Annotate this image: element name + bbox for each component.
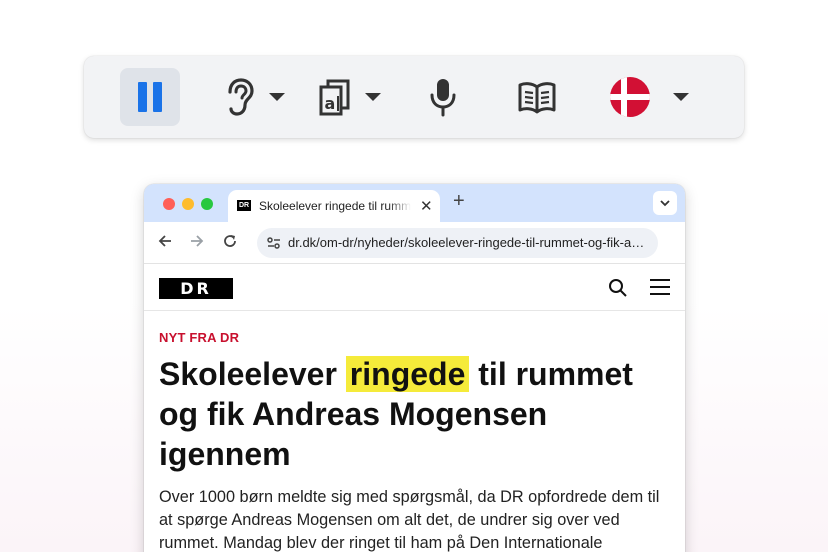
tab-title: Skoleelever ringede til rummet og fik An… [259,199,411,213]
search-icon [609,279,627,297]
open-book-icon [518,82,556,114]
text-reader-icon: a [319,79,350,116]
reload-icon [224,235,236,247]
microphone-icon [430,79,456,117]
zoom-window-button[interactable] [201,198,213,210]
search-button[interactable] [608,278,628,303]
reading-mode-button[interactable] [512,68,562,126]
tab-strip: DR Skoleelever ringede til rummet og fik… [144,184,685,222]
tab-search-button[interactable] [653,191,677,215]
pause-button[interactable] [120,68,180,126]
url-field[interactable]: dr.dk/om-dr/nyheder/skoleelever-ringede-… [257,228,658,258]
browser-window: DR Skoleelever ringede til rummet og fik… [144,184,685,552]
chevron-down-icon [365,93,381,101]
back-button[interactable] [158,234,172,253]
hamburger-icon [650,279,670,295]
url-text: dr.dk/om-dr/nyheder/skoleelever-ringede-… [288,235,648,250]
address-bar-row: dr.dk/om-dr/nyheder/skoleelever-ringede-… [144,222,685,264]
tab-active[interactable]: DR Skoleelever ringede til rummet og fik… [228,190,440,222]
text-mode-button[interactable]: a [314,68,386,126]
chevron-down-icon [673,93,689,101]
forward-button[interactable] [190,234,204,253]
article-kicker: NYT FRA DR [159,330,240,345]
denmark-flag-icon [610,77,650,117]
article-lead: Over 1000 børn meldte sig med spørgsmål,… [159,488,660,552]
dr-logo[interactable]: DR [159,278,233,299]
menu-button[interactable] [650,279,670,295]
favicon: DR [237,200,251,211]
ear-icon [228,78,254,116]
chevron-down-icon [660,200,670,207]
site-header: DR [144,265,685,311]
dictation-button[interactable] [418,68,468,126]
close-tab-icon[interactable]: ✕ [420,197,433,215]
language-button[interactable] [604,68,694,126]
pause-icon [135,82,165,112]
close-window-button[interactable] [163,198,175,210]
arrow-right-icon [191,235,204,247]
new-tab-button[interactable]: + [453,190,465,213]
chevron-down-icon [269,93,285,101]
article-headline: Skoleelever ringede til rummet og fik An… [159,354,669,474]
reader-toolbar: a [84,56,744,138]
reload-button[interactable] [223,234,237,253]
site-settings-icon[interactable] [266,235,282,251]
arrow-left-icon [158,235,171,247]
svg-text:a: a [325,94,336,113]
headline-text: Skoleelever [159,356,346,392]
highlighted-word: ringede [345,356,470,392]
minimize-window-button[interactable] [182,198,194,210]
listen-voice-button[interactable] [220,68,290,126]
